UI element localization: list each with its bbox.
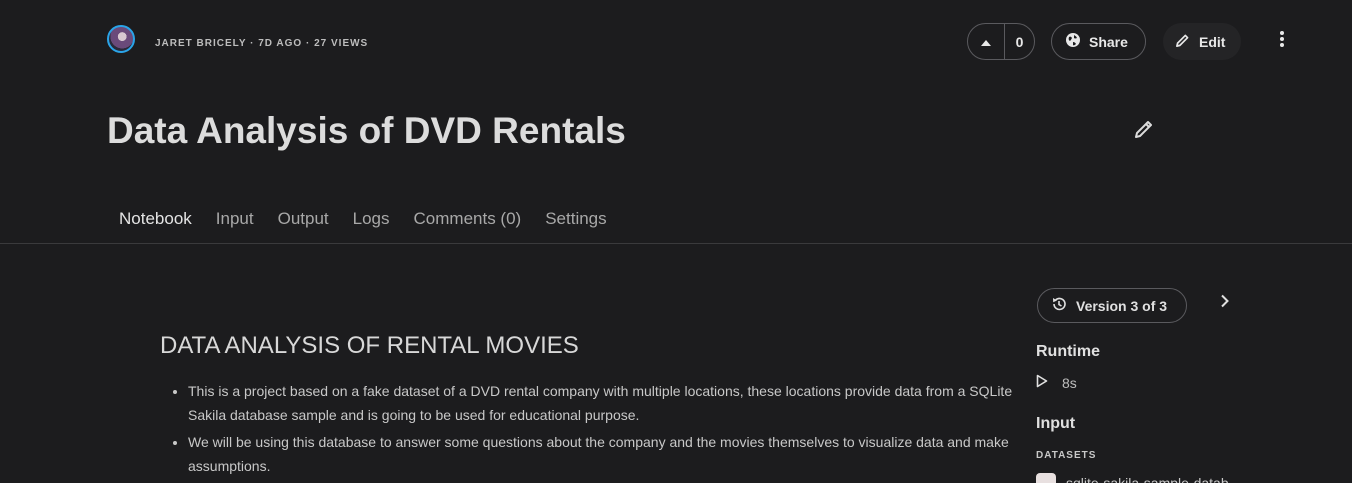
page-title: Data Analysis of DVD Rentals bbox=[107, 110, 626, 151]
edit-title-button[interactable] bbox=[1133, 118, 1155, 140]
globe-icon bbox=[1065, 32, 1081, 51]
play-icon bbox=[1036, 374, 1048, 391]
tab-comments[interactable]: Comments (0) bbox=[402, 206, 534, 234]
list-item: This is a project based on a fake datase… bbox=[188, 380, 1018, 427]
version-label: Version 3 of 3 bbox=[1076, 297, 1168, 314]
dataset-name: sqlite-sakila-sample-datab... bbox=[1066, 475, 1241, 483]
history-icon bbox=[1051, 296, 1067, 315]
tab-notebook[interactable]: Notebook bbox=[107, 206, 204, 234]
runtime-value: 8s bbox=[1062, 374, 1077, 391]
next-version-button[interactable] bbox=[1214, 292, 1236, 314]
notebook-heading: DATA ANALYSIS OF RENTAL MOVIES bbox=[160, 332, 579, 359]
tab-bar: Notebook Input Output Logs Comments (0) … bbox=[107, 206, 619, 234]
more-options-button[interactable] bbox=[1270, 29, 1294, 53]
tab-input[interactable]: Input bbox=[204, 206, 266, 234]
kernel-page: JARET BRICELY · 7D AGO · 27 VIEWS 0 Shar… bbox=[0, 0, 1352, 483]
chevron-right-icon bbox=[1220, 294, 1230, 313]
upvote-button[interactable] bbox=[968, 24, 1005, 59]
notebook-bullet-list: This is a project based on a fake datase… bbox=[160, 380, 1018, 482]
share-label: Share bbox=[1089, 33, 1128, 50]
pencil-icon bbox=[1175, 33, 1190, 51]
edit-label: Edit bbox=[1199, 33, 1226, 50]
tabs-divider bbox=[0, 243, 1352, 244]
vote-count: 0 bbox=[1015, 33, 1024, 50]
runtime-heading: Runtime bbox=[1036, 343, 1100, 360]
version-button[interactable]: Version 3 of 3 bbox=[1037, 288, 1187, 323]
pencil-icon bbox=[1133, 121, 1155, 144]
vote-control: 0 bbox=[967, 23, 1035, 60]
avatar[interactable] bbox=[107, 25, 135, 53]
author-meta: JARET BRICELY · 7D AGO · 27 VIEWS bbox=[155, 38, 369, 49]
datasets-label: DATASETS bbox=[1036, 450, 1097, 461]
tab-settings[interactable]: Settings bbox=[533, 206, 618, 234]
list-item: We will be using this database to answer… bbox=[188, 431, 1018, 478]
dataset-thumbnail bbox=[1036, 473, 1056, 483]
runtime-row: 8s bbox=[1036, 374, 1077, 391]
input-heading: Input bbox=[1036, 415, 1076, 432]
tab-output[interactable]: Output bbox=[266, 206, 341, 234]
tab-logs[interactable]: Logs bbox=[341, 206, 402, 234]
edit-button[interactable]: Edit bbox=[1163, 23, 1241, 60]
upvote-icon bbox=[981, 33, 991, 51]
dataset-item[interactable]: sqlite-sakila-sample-datab... bbox=[1036, 473, 1240, 483]
share-button[interactable]: Share bbox=[1051, 23, 1146, 60]
more-vertical-icon bbox=[1279, 30, 1285, 53]
